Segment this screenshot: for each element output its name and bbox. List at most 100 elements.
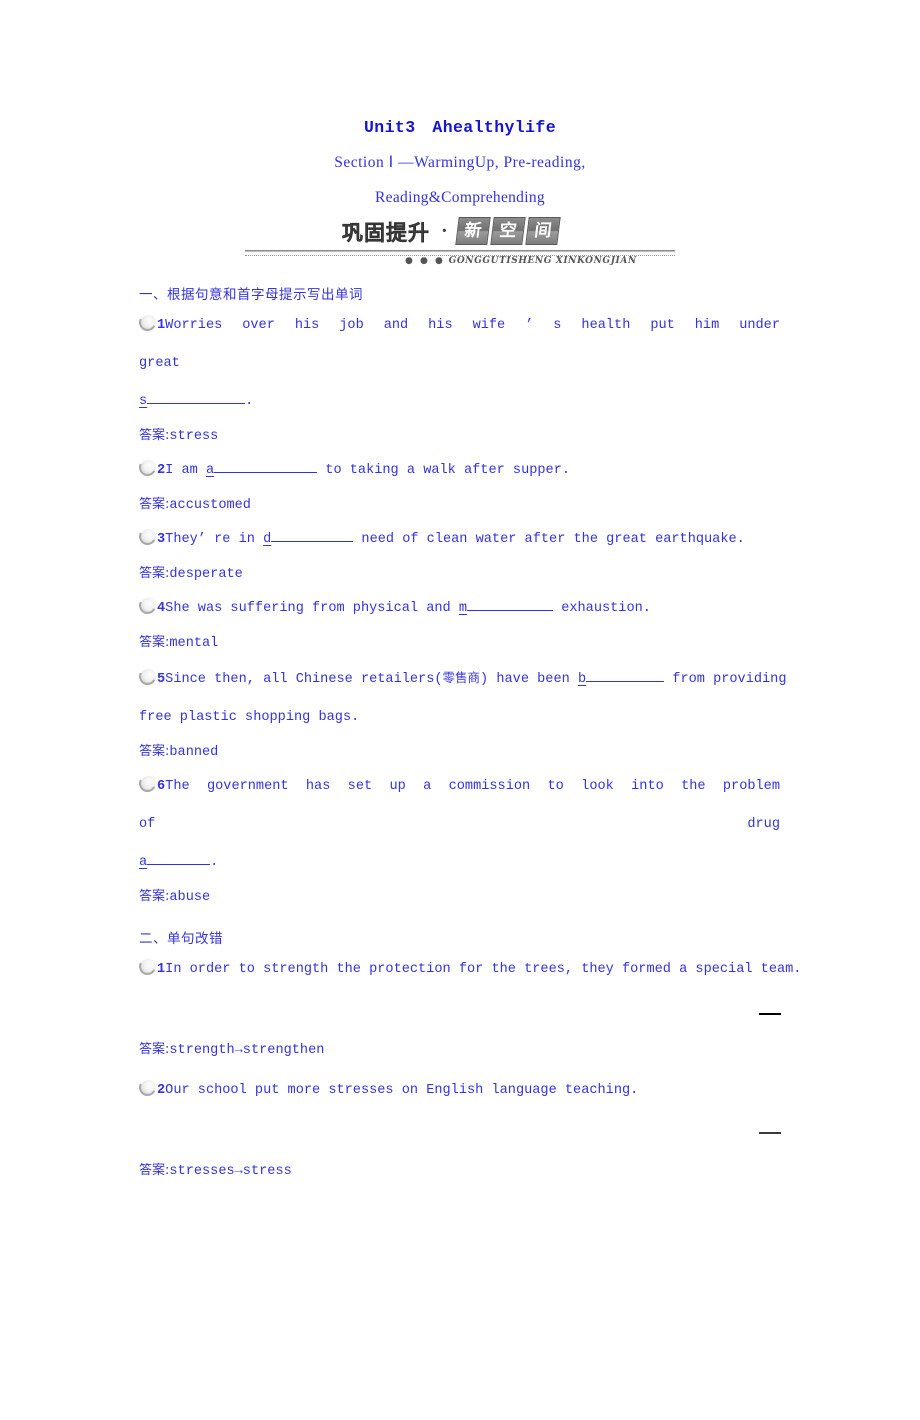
banner-pinyin: ● ● ● GONGGUTISHENG XINKONGJIAN: [405, 256, 637, 266]
banner-box-char-1: 新: [455, 217, 491, 245]
banner-pinyin-text: GONGGUTISHENG XINKONGJIAN: [448, 256, 637, 266]
unit-title: Unit3 Ahealthylife: [363, 118, 557, 137]
banner-inner: 巩固提升 · 新 空 间 ● ● ● GONGGUTISHENG XINKONG…: [245, 217, 675, 269]
question-4-text-after: exhaustion.: [553, 601, 651, 616]
sphere-bullet-icon: [139, 775, 156, 792]
question-1-blank[interactable]: [147, 403, 246, 404]
question-1-period: .: [245, 394, 254, 409]
answer-label: 答案:: [139, 1042, 170, 1057]
answer-label: 答案:: [139, 1163, 170, 1178]
question-5-blank[interactable]: [586, 681, 665, 682]
correction-1-mark-row: [139, 989, 781, 1035]
section-title-line2: Reading&Comprehending: [375, 189, 545, 206]
question-6-text: The government has set up a commission t…: [139, 779, 780, 832]
question-1-text: Worries over his job and his wife ’ s he…: [139, 318, 780, 371]
correction-2-line: 2Our school put more stresses on English…: [139, 1072, 780, 1110]
banner-box-char-3: 间: [525, 217, 561, 245]
answer-label: 答案:: [139, 889, 170, 904]
answer-label: 答案:: [139, 428, 170, 443]
sphere-bullet-icon: [139, 597, 156, 614]
correction-1-line: 1In order to strength the protection for…: [139, 951, 801, 989]
exercise-content: 一、根据句意和首字母提示写出单词 1Worries over his job a…: [0, 283, 920, 1187]
answer-label: 答案:: [139, 635, 170, 650]
question-5-line-1: 5Since then, all Chinese retailers(零售商) …: [139, 659, 787, 699]
question-5-answer-row: 答案:banned: [139, 737, 780, 768]
correction-2-answer: stresses→stress: [169, 1164, 292, 1179]
question-6-answer: abuse: [169, 890, 211, 905]
correction-2-text: Our school put more stresses on English …: [165, 1083, 639, 1098]
question-6-number: 6: [157, 779, 166, 794]
banner-pinyin-dots: ● ● ●: [405, 256, 445, 266]
banner-divider-rule: [245, 250, 675, 252]
question-6-blank[interactable]: [147, 864, 211, 865]
answer-label: 答案:: [139, 744, 170, 759]
answer-label: 答案:: [139, 497, 170, 512]
question-2-blank-letter: a: [205, 463, 215, 478]
question-4-blank[interactable]: [467, 610, 554, 611]
question-1-line-2: s.: [139, 383, 780, 421]
question-5-line-2: free plastic shopping bags.: [139, 710, 360, 725]
question-6-line-1: 6The government has set up a commission …: [139, 768, 780, 844]
correction-dash-mark: [759, 1013, 781, 1015]
sphere-bullet-icon: [139, 958, 156, 975]
section-1-heading: 一、根据句意和首字母提示写出单词: [139, 287, 363, 303]
document-page: Unit3 Ahealthylife Section Ⅰ —WarmingUp,…: [0, 118, 920, 1420]
question-1-line-1: 1Worries over his job and his wife ’ s h…: [139, 307, 780, 383]
question-2-text-before: I am: [165, 463, 206, 478]
question-2-text-after: to taking a walk after supper.: [317, 463, 571, 478]
question-5-blank-letter: b: [577, 672, 587, 687]
banner-logo: 巩固提升 · 新 空 间 ● ● ● GONGGUTISHENG XINKONG…: [0, 217, 920, 269]
question-6-period: .: [210, 855, 219, 870]
question-3-blank-letter: d: [263, 532, 272, 547]
question-5-number: 5: [157, 672, 166, 687]
question-4-line: 4She was suffering from physical and m e…: [139, 590, 780, 628]
correction-2-number: 2: [157, 1083, 166, 1098]
question-2-blank[interactable]: [214, 472, 318, 473]
question-1-blank-letter: s: [139, 394, 148, 409]
question-6-blank-letter: a: [139, 855, 148, 870]
question-1-answer: stress: [169, 429, 219, 444]
question-2-answer: accustomed: [169, 498, 251, 513]
question-5-text-after: from providing: [664, 672, 787, 687]
question-4-number: 4: [157, 601, 166, 616]
sphere-bullet-icon: [139, 528, 156, 545]
question-4-text-before: She was suffering from physical and: [165, 601, 459, 616]
question-4-answer-row: 答案:mental: [139, 628, 780, 659]
correction-1-answer: strength→strengthen: [169, 1043, 325, 1058]
question-3-text-before: They’ re in: [165, 532, 264, 547]
question-6-answer-row: 答案:abuse: [139, 882, 780, 913]
sphere-bullet-icon: [139, 1079, 156, 1096]
sphere-bullet-icon: [139, 314, 156, 331]
question-5-chinese-gloss: 零售商: [442, 670, 481, 685]
question-3-number: 3: [157, 532, 166, 547]
correction-1-answer-row: 答案:strength→strengthen: [139, 1035, 780, 1066]
banner-chinese-title: 巩固提升: [342, 221, 430, 245]
sphere-bullet-icon: [139, 459, 156, 476]
question-4-answer: mental: [169, 636, 219, 651]
question-6-line-2: a.: [139, 844, 780, 882]
section-title-line1: Section Ⅰ —WarmingUp, Pre-reading,: [334, 154, 586, 171]
correction-2-mark-row: [139, 1110, 781, 1156]
question-3-blank[interactable]: [271, 541, 354, 542]
question-4-blank-letter: m: [458, 601, 468, 616]
question-5-answer: banned: [169, 745, 219, 760]
correction-2-answer-row: 答案:stresses→stress: [139, 1156, 780, 1187]
banner-separator-dot: ·: [441, 220, 448, 242]
question-2-answer-row: 答案:accustomed: [139, 490, 780, 521]
question-2-line: 2I am a to taking a walk after supper.: [139, 452, 780, 490]
correction-1-text: In order to strength the protection for …: [165, 962, 802, 977]
correction-1-number: 1: [157, 962, 166, 977]
question-5-text-before: Since then, all Chinese retailers(: [165, 672, 443, 687]
question-5-text-mid: ) have been: [480, 672, 578, 687]
question-2-number: 2: [157, 463, 166, 478]
banner-boxed-chars: 新 空 间: [455, 217, 561, 245]
correction-dash-mark: [759, 1132, 781, 1134]
banner-box-char-2: 空: [490, 217, 526, 245]
question-3-answer-row: 答案:desperate: [139, 559, 780, 590]
sphere-bullet-icon: [139, 668, 156, 685]
question-3-text-after: need of clean water after the great eart…: [353, 532, 745, 547]
question-1-number: 1: [157, 318, 166, 333]
question-3-answer: desperate: [169, 567, 243, 582]
question-1-answer-row: 答案:stress: [139, 421, 780, 452]
answer-label: 答案:: [139, 566, 170, 581]
